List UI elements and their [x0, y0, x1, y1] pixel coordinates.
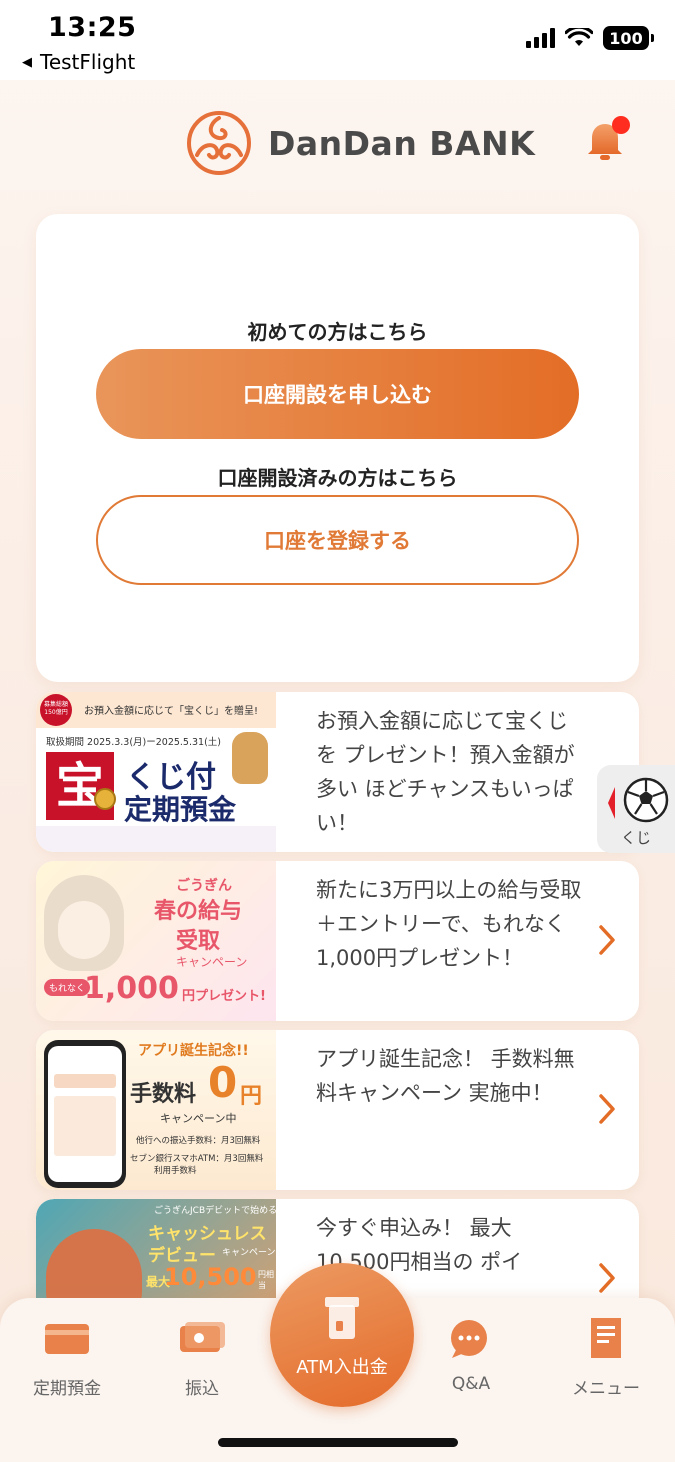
promo-description: アプリ誕生記念！ 手数料無料キャンペーン 実施中！	[316, 1047, 575, 1105]
nav-item-menu[interactable]: メニュー	[546, 1316, 666, 1399]
promo-badge: 募集総額150億円	[40, 694, 72, 726]
cellular-signal-icon	[526, 28, 555, 48]
battery-icon: 100	[603, 26, 654, 50]
expand-left-icon	[608, 787, 615, 819]
existing-account-label: 口座開設済みの方はこちら	[217, 466, 458, 490]
soccer-ball-icon	[623, 777, 669, 823]
back-arrow-icon: ◀	[22, 54, 32, 70]
status-bar: 13:25 ◀ TestFlight 100	[0, 0, 675, 80]
kuji-floating-button[interactable]: くじ	[597, 765, 675, 853]
nav-item-qa[interactable]: Q&A	[411, 1316, 531, 1394]
open-account-button[interactable]: 口座開設を申し込む	[96, 349, 579, 439]
promo-description: お預入金額に応じて宝くじを プレゼント！預入金額が多い ほどチャンスもいっぱい！	[316, 709, 575, 835]
status-icons: 100	[526, 26, 654, 50]
promo-item-salary-campaign[interactable]: ごうぎん 春の給与 受取 キャンペーン もれなく 1,000 円プレゼント! 新…	[36, 861, 639, 1021]
home-indicator	[218, 1438, 458, 1447]
status-time: 13:25	[48, 12, 137, 43]
promo-banner-fee-free: アプリ誕生記念!! 手数料 0 円 キャンペーン中 他行への振込手数料：月3回無…	[36, 1030, 276, 1190]
notification-button[interactable]	[580, 114, 632, 166]
chat-icon	[451, 1320, 487, 1358]
nav-item-time-deposit[interactable]: 定期預金	[7, 1316, 127, 1399]
app-header: DanDan BANK	[0, 80, 675, 210]
back-app-label: TestFlight	[40, 50, 136, 74]
nav-item-atm[interactable]: ATM入出金	[270, 1263, 414, 1407]
dandan-logo-icon	[187, 111, 251, 175]
promo-banner-lottery: 募集総額150億円 お預入金額に応じて「宝くじ」を贈呈! 取扱期間 2025.3…	[36, 692, 276, 852]
coin-icon	[94, 788, 116, 810]
wifi-icon	[565, 28, 593, 46]
menu-doc-icon	[591, 1318, 621, 1358]
chevron-right-icon	[599, 1263, 615, 1293]
transfer-icon	[180, 1322, 225, 1352]
app-logo: DanDan BANK	[186, 110, 535, 176]
first-time-label: 初めての方はこちら	[247, 320, 428, 344]
account-card: 初めての方はこちら 口座開設を申し込む 口座開設済みの方はこちら 口座を登録する	[36, 214, 639, 682]
atm-label: ATM入出金	[296, 1357, 388, 1378]
bell-icon	[588, 116, 630, 160]
logo-text: DanDan BANK	[268, 123, 536, 163]
promo-item-lottery-deposit[interactable]: 募集総額150億円 お預入金額に応じて「宝くじ」を贈呈! 取扱期間 2025.3…	[36, 692, 639, 852]
back-to-app-link[interactable]: ◀ TestFlight	[22, 50, 135, 74]
cat-figure-icon	[232, 732, 268, 784]
card-icon	[45, 1324, 89, 1354]
promo-banner-salary: ごうぎん 春の給与 受取 キャンペーン もれなく 1,000 円プレゼント!	[36, 861, 276, 1021]
promo-item-fee-free[interactable]: アプリ誕生記念!! 手数料 0 円 キャンペーン中 他行への振込手数料：月3回無…	[36, 1030, 639, 1190]
phone-mockup-icon	[44, 1040, 126, 1188]
notification-badge	[612, 116, 630, 134]
chevron-right-icon	[599, 1094, 615, 1124]
chevron-right-icon	[599, 925, 615, 955]
nav-item-transfer[interactable]: 振込	[142, 1316, 262, 1399]
kuji-label: くじ	[620, 829, 651, 847]
atm-icon	[325, 1297, 359, 1339]
promo-description: 新たに3万円以上の給与受取 ＋エントリーで、もれなく 1,000円プレゼント！	[316, 878, 582, 970]
register-account-button[interactable]: 口座を登録する	[96, 495, 579, 585]
